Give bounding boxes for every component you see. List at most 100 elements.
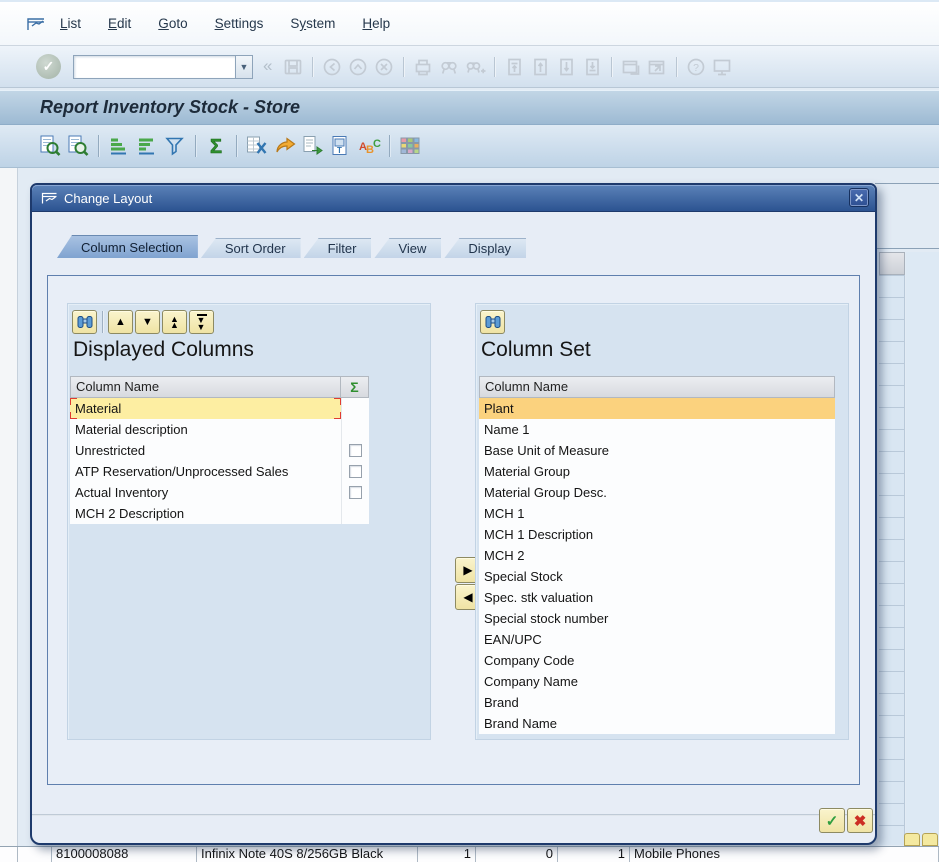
column-set-row[interactable]: Plant [479, 398, 835, 419]
column-label[interactable]: MCH 2 Description [70, 503, 341, 524]
displayed-column-row[interactable]: Material description [70, 419, 369, 440]
sum-checkbox[interactable] [349, 465, 362, 478]
column-label[interactable]: Material description [70, 419, 341, 440]
sort-desc-icon[interactable] [134, 133, 160, 159]
column-label[interactable]: Material Group [479, 461, 835, 482]
unrestricted-cell[interactable]: 1 [418, 847, 476, 862]
tab-filter[interactable]: Filter [304, 238, 372, 258]
column-label[interactable]: Material Group Desc. [479, 482, 835, 503]
find-next-icon[interactable] [463, 56, 487, 78]
column-label[interactable]: MCH 1 Description [479, 524, 835, 545]
filter-icon[interactable] [162, 133, 188, 159]
tab-column-selection[interactable]: Column Selection [57, 235, 198, 258]
column-label[interactable]: Actual Inventory [70, 482, 341, 503]
local-file-icon[interactable] [300, 133, 326, 159]
sum-icon[interactable]: Σ [203, 133, 229, 159]
column-name-header[interactable]: Column Name [70, 376, 341, 398]
sum-cell[interactable] [341, 461, 369, 482]
send-icon[interactable] [272, 133, 298, 159]
sum-cell[interactable] [341, 440, 369, 461]
column-set-row[interactable]: MCH 1 Description [479, 524, 835, 545]
abc-analysis-icon[interactable]: ABC [356, 133, 382, 159]
gui-settings-icon[interactable] [710, 56, 734, 78]
column-label[interactable]: Name 1 [479, 419, 835, 440]
actual-cell[interactable]: 1 [558, 847, 630, 862]
column-set-row[interactable]: Spec. stk valuation [479, 587, 835, 608]
sum-checkbox[interactable] [349, 444, 362, 457]
column-set-row[interactable]: Company Name [479, 671, 835, 692]
atp-cell[interactable]: 0 [476, 847, 558, 862]
column-set-row[interactable]: Base Unit of Measure [479, 440, 835, 461]
back-icon[interactable] [320, 56, 344, 78]
cancel-button[interactable]: ✖ [847, 808, 873, 833]
column-label[interactable]: Plant [479, 398, 835, 419]
enter-button[interactable]: ✓ [36, 54, 61, 79]
help-icon[interactable]: ? [684, 56, 708, 78]
display-detail-icon[interactable] [65, 133, 91, 159]
move-to-bottom-button[interactable]: ▼▼ [189, 310, 214, 334]
tab-view[interactable]: View [374, 238, 441, 258]
print-icon[interactable] [411, 56, 435, 78]
menu-item-goto[interactable]: Goto [158, 16, 187, 31]
exit-icon[interactable] [346, 56, 370, 78]
column-label[interactable]: EAN/UPC [479, 629, 835, 650]
column-set-row[interactable]: Brand Name [479, 713, 835, 734]
displayed-column-row[interactable]: Unrestricted [70, 440, 369, 461]
column-label[interactable]: Spec. stk valuation [479, 587, 835, 608]
column-set-row[interactable]: Company Code [479, 650, 835, 671]
excel-export-icon[interactable] [244, 133, 270, 159]
column-label[interactable]: Material [70, 398, 341, 419]
column-label[interactable]: MCH 1 [479, 503, 835, 524]
column-label[interactable]: Special stock number [479, 608, 835, 629]
move-to-top-button[interactable]: ▲▲ [162, 310, 187, 334]
material-group-cell[interactable]: Mobile Phones [630, 847, 939, 862]
column-set-row[interactable]: Material Group [479, 461, 835, 482]
displayed-column-row[interactable]: ATP Reservation/Unprocessed Sales [70, 461, 369, 482]
column-set-row[interactable]: Special stock number [479, 608, 835, 629]
column-set-row[interactable]: EAN/UPC [479, 629, 835, 650]
row-selector-cell[interactable] [18, 847, 52, 862]
column-label[interactable]: Company Name [479, 671, 835, 692]
column-label[interactable]: ATP Reservation/Unprocessed Sales [70, 461, 341, 482]
column-label[interactable]: Brand Name [479, 713, 835, 734]
column-set-row[interactable]: MCH 1 [479, 503, 835, 524]
command-input[interactable] [73, 55, 235, 79]
column-label[interactable]: Special Stock [479, 566, 835, 587]
displayed-column-row[interactable]: Actual Inventory [70, 482, 369, 503]
tab-display[interactable]: Display [444, 238, 526, 258]
cancel-icon[interactable] [372, 56, 396, 78]
column-label[interactable]: Brand [479, 692, 835, 713]
menu-item-system[interactable]: System [290, 16, 335, 31]
move-up-button[interactable]: ▲ [108, 310, 133, 334]
description-cell[interactable]: Infinix Note 40S 8/256GB Black [197, 847, 418, 862]
grid-layout-icon[interactable] [397, 133, 423, 159]
menu-item-help[interactable]: Help [362, 16, 390, 31]
new-session-icon[interactable] [619, 56, 643, 78]
command-dropdown-icon[interactable]: ▼ [235, 55, 253, 79]
sum-checkbox[interactable] [349, 486, 362, 499]
column-label[interactable]: Unrestricted [70, 440, 341, 461]
find-icon[interactable] [72, 310, 97, 334]
collapse-chevron-icon[interactable]: « [263, 56, 272, 76]
word-export-icon[interactable]: T [328, 133, 354, 159]
tab-sort-order[interactable]: Sort Order [201, 238, 301, 258]
save-icon[interactable] [281, 56, 305, 78]
sum-cell[interactable] [341, 482, 369, 503]
column-label[interactable]: Company Code [479, 650, 835, 671]
displayed-column-row[interactable]: Material [70, 398, 369, 419]
last-page-icon[interactable] [580, 56, 604, 78]
sort-asc-icon[interactable] [106, 133, 132, 159]
material-cell[interactable]: 8100008088 [52, 847, 197, 862]
menu-item-settings[interactable]: Settings [215, 16, 264, 31]
column-label[interactable]: MCH 2 [479, 545, 835, 566]
page-down-icon[interactable] [554, 56, 578, 78]
find-icon[interactable] [437, 56, 461, 78]
dialog-title-bar[interactable]: Change Layout ✕ [32, 185, 875, 212]
move-down-button[interactable]: ▼ [135, 310, 160, 334]
displayed-column-row[interactable]: MCH 2 Description [70, 503, 369, 524]
sum-column-header[interactable]: Σ [341, 376, 369, 398]
column-name-header[interactable]: Column Name [479, 376, 835, 398]
column-set-row[interactable]: Name 1 [479, 419, 835, 440]
menu-item-edit[interactable]: Edit [108, 16, 131, 31]
close-icon[interactable]: ✕ [849, 188, 869, 207]
